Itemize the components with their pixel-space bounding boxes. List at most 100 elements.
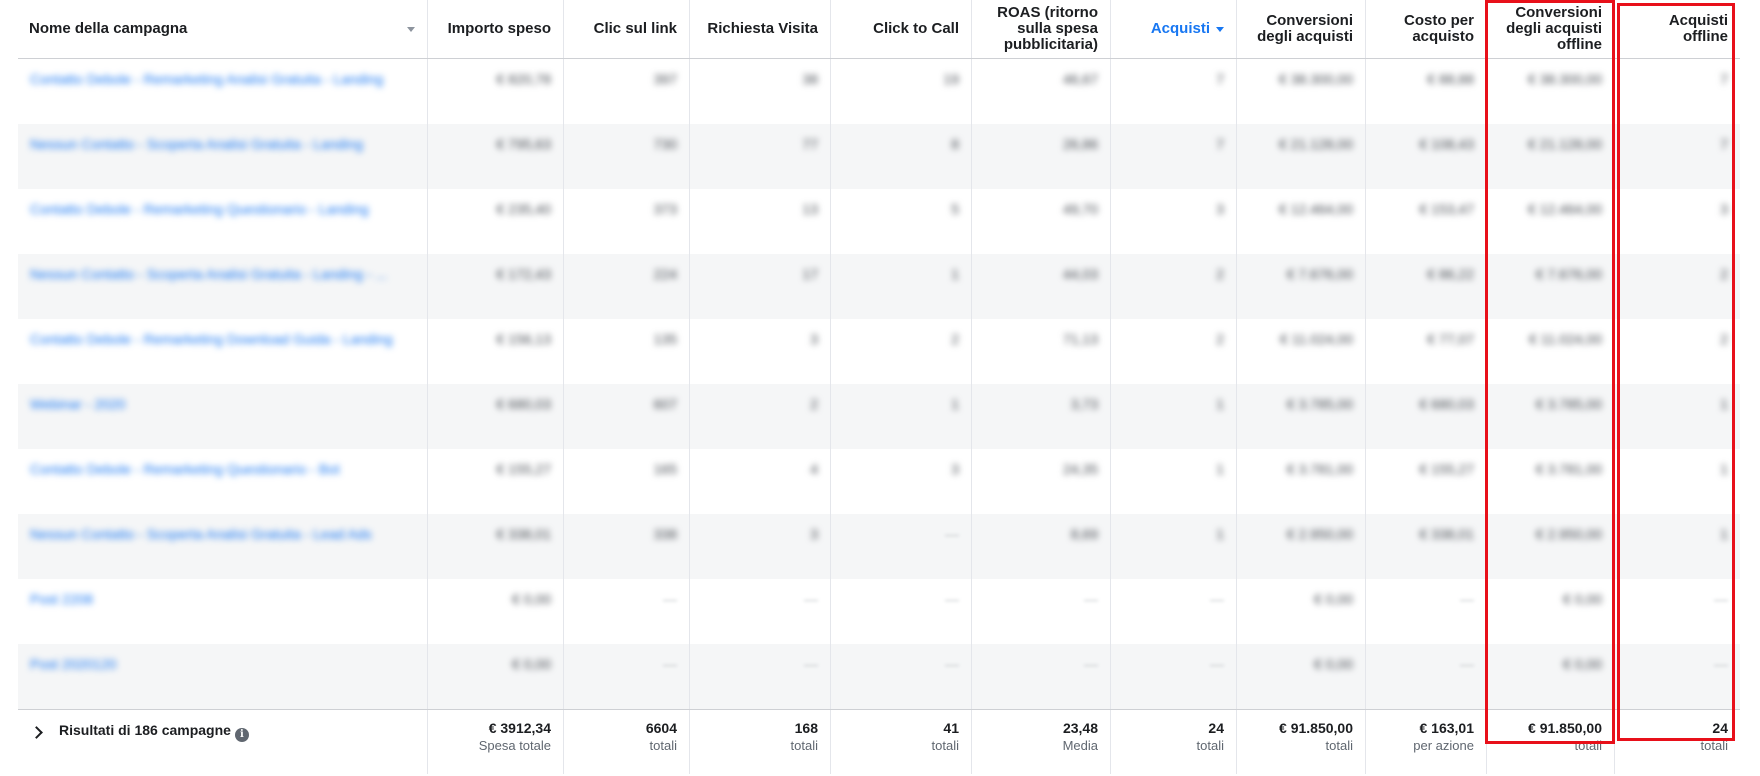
totals-label-cell: Risultati di 186 campagne i — [18, 710, 428, 774]
cell-value: € 820,78 — [496, 71, 552, 87]
campaign-link[interactable]: Webinar - 2020 — [30, 396, 125, 412]
cell-value: € 155,27 — [496, 461, 552, 477]
metric-cell-conv_off: € 2.950,00 — [1487, 514, 1615, 579]
cell-value: 373 — [653, 201, 677, 217]
column-header-spend[interactable]: Importo speso — [428, 0, 564, 58]
metric-cell-cpa: — — [1366, 579, 1487, 644]
campaign-name-cell[interactable]: Contatto Debole - Remarketing Questionar… — [18, 449, 428, 514]
metric-cell-cpa: € 153,47 — [1366, 189, 1487, 254]
metric-cell-visit: 4 — [690, 449, 831, 514]
column-header-label: Acquisti offline — [1668, 12, 1728, 45]
campaign-name-cell[interactable]: Contatto Debole - Remarketing Questionar… — [18, 189, 428, 254]
metric-cell-call: — — [831, 579, 972, 644]
campaign-link[interactable]: Contatto Debole - Remarketing Questionar… — [30, 461, 340, 477]
metric-cell-call: — — [831, 514, 972, 579]
cell-value: 607 — [653, 396, 677, 412]
metric-cell-call: 1 — [831, 254, 972, 319]
table-row: Nessun Contatto - Scoperta Analisi Gratu… — [18, 124, 1740, 189]
metric-cell-roas: 44,03 — [972, 254, 1111, 319]
total-sublabel: per azione — [1413, 738, 1474, 753]
cell-value: — — [1084, 656, 1098, 672]
column-header-label: ROAS (ritorno sulla spesa pubblicitaria) — [997, 4, 1098, 53]
cell-value: 165 — [653, 461, 677, 477]
table-row: Post 2020120 € 0,00 — — — — — € 0,00 — € 0,00 — — [18, 644, 1740, 709]
cell-value: € 21.128,00 — [1279, 136, 1353, 152]
metric-cell-conv_off: € 0,00 — [1487, 579, 1615, 644]
cell-value: € 11.024,00 — [1529, 331, 1602, 347]
total-cell-visit: 168 totali — [690, 710, 831, 774]
campaign-link[interactable]: Nessun Contatto - Scoperta Analisi Gratu… — [30, 266, 387, 282]
campaign-name-cell[interactable]: Nessun Contatto - Scoperta Analisi Gratu… — [18, 254, 428, 319]
cell-value: 135 — [653, 331, 677, 347]
cell-value: € 338,01 — [1419, 526, 1475, 542]
metric-cell-clicks: 224 — [564, 254, 690, 319]
total-value: 6604 — [645, 720, 677, 736]
cell-value: 2 — [1216, 266, 1224, 282]
metric-cell-spend: € 172,43 — [428, 254, 564, 319]
chevron-right-icon[interactable] — [30, 726, 43, 739]
metric-cell-spend: € 820,78 — [428, 59, 564, 124]
metric-cell-conv: € 3.781,00 — [1237, 449, 1366, 514]
metric-cell-spend: € 0,00 — [428, 644, 564, 709]
cell-value: € 2.950,00 — [1535, 526, 1602, 542]
metric-cell-conv: € 0,00 — [1237, 644, 1366, 709]
metric-cell-conv: € 38.300,00 — [1237, 59, 1366, 124]
campaign-link[interactable]: Nessun Contatto - Scoperta Analisi Gratu… — [30, 136, 363, 152]
metric-cell-roas: 46,67 — [972, 59, 1111, 124]
metric-cell-conv_off: € 11.024,00 — [1487, 319, 1615, 384]
total-sublabel: totali — [931, 738, 959, 753]
cell-value: € 235,40 — [496, 201, 552, 217]
cell-value: 71,13 — [1062, 331, 1098, 347]
total-sublabel: totali — [1196, 738, 1224, 753]
column-header-conv[interactable]: Conversioni degli acquisti — [1237, 0, 1366, 58]
column-header-clicks[interactable]: Clic sul link — [564, 0, 690, 58]
metric-cell-purchases: 1 — [1111, 384, 1237, 449]
metric-cell-spend: € 156,13 — [428, 319, 564, 384]
campaign-name-cell[interactable]: Webinar - 2020 — [18, 384, 428, 449]
cell-value: 3 — [810, 331, 818, 347]
column-header-cpa[interactable]: Costo per acquisto — [1366, 0, 1487, 58]
column-header-purchases[interactable]: Acquisti — [1111, 0, 1237, 58]
campaign-link[interactable]: Post 2020120 — [30, 656, 116, 672]
metric-cell-purch_off: 3 — [1615, 189, 1740, 254]
campaign-link[interactable]: Contatto Debole - Remarketing Download G… — [30, 331, 393, 347]
table-row: Contatto Debole - Remarketing Analisi Gr… — [18, 59, 1740, 124]
campaign-link[interactable]: Contatto Debole - Remarketing Questionar… — [30, 201, 369, 217]
cell-value: 7 — [1216, 136, 1224, 152]
cell-value: € 3.785,00 — [1535, 396, 1602, 412]
cell-value: € 11.024,00 — [1280, 331, 1353, 347]
cell-value: € 3.781,00 — [1535, 461, 1602, 477]
column-header-purch_off[interactable]: Acquisti offline — [1615, 0, 1740, 58]
table-row: Contatto Debole - Remarketing Questionar… — [18, 189, 1740, 254]
campaign-link[interactable]: Post 2208 — [30, 591, 93, 607]
campaign-link[interactable]: Nessun Contatto - Scoperta Analisi Gratu… — [30, 526, 372, 542]
total-value: € 163,01 — [1419, 720, 1475, 736]
cell-value: 1 — [951, 396, 959, 412]
column-header-roas[interactable]: ROAS (ritorno sulla spesa pubblicitaria) — [972, 0, 1111, 58]
column-header-call[interactable]: Click to Call — [831, 0, 972, 58]
column-header-campaign[interactable]: Nome della campagna — [18, 0, 428, 58]
metric-cell-call: 3 — [831, 449, 972, 514]
metric-cell-call: — — [831, 644, 972, 709]
metric-cell-purch_off: 1 — [1615, 449, 1740, 514]
cell-value: 7 — [1216, 71, 1224, 87]
column-header-visit[interactable]: Richiesta Visita — [690, 0, 831, 58]
metric-cell-purch_off: — — [1615, 579, 1740, 644]
campaign-name-cell[interactable]: Nessun Contatto - Scoperta Analisi Gratu… — [18, 514, 428, 579]
metric-cell-purchases: 7 — [1111, 59, 1237, 124]
table-row: Nessun Contatto - Scoperta Analisi Gratu… — [18, 514, 1740, 579]
campaign-name-cell[interactable]: Post 2020120 — [18, 644, 428, 709]
campaign-name-cell[interactable]: Post 2208 — [18, 579, 428, 644]
campaign-name-cell[interactable]: Contatto Debole - Remarketing Download G… — [18, 319, 428, 384]
totals-title-text: Risultati di 186 campagne — [59, 722, 231, 738]
metric-cell-cpa: € 680,03 — [1366, 384, 1487, 449]
campaign-link[interactable]: Contatto Debole - Remarketing Analisi Gr… — [30, 71, 383, 87]
info-icon[interactable]: i — [234, 728, 249, 742]
cell-value: 397 — [653, 71, 677, 87]
campaign-name-cell[interactable]: Nessun Contatto - Scoperta Analisi Gratu… — [18, 124, 428, 189]
cell-value: 1 — [1216, 526, 1224, 542]
campaign-name-cell[interactable]: Contatto Debole - Remarketing Analisi Gr… — [18, 59, 428, 124]
cell-value: € 0,00 — [512, 591, 551, 607]
column-header-conv_off[interactable]: Conversioni degli acquisti offline — [1487, 0, 1615, 58]
metric-cell-conv_off: € 3.781,00 — [1487, 449, 1615, 514]
